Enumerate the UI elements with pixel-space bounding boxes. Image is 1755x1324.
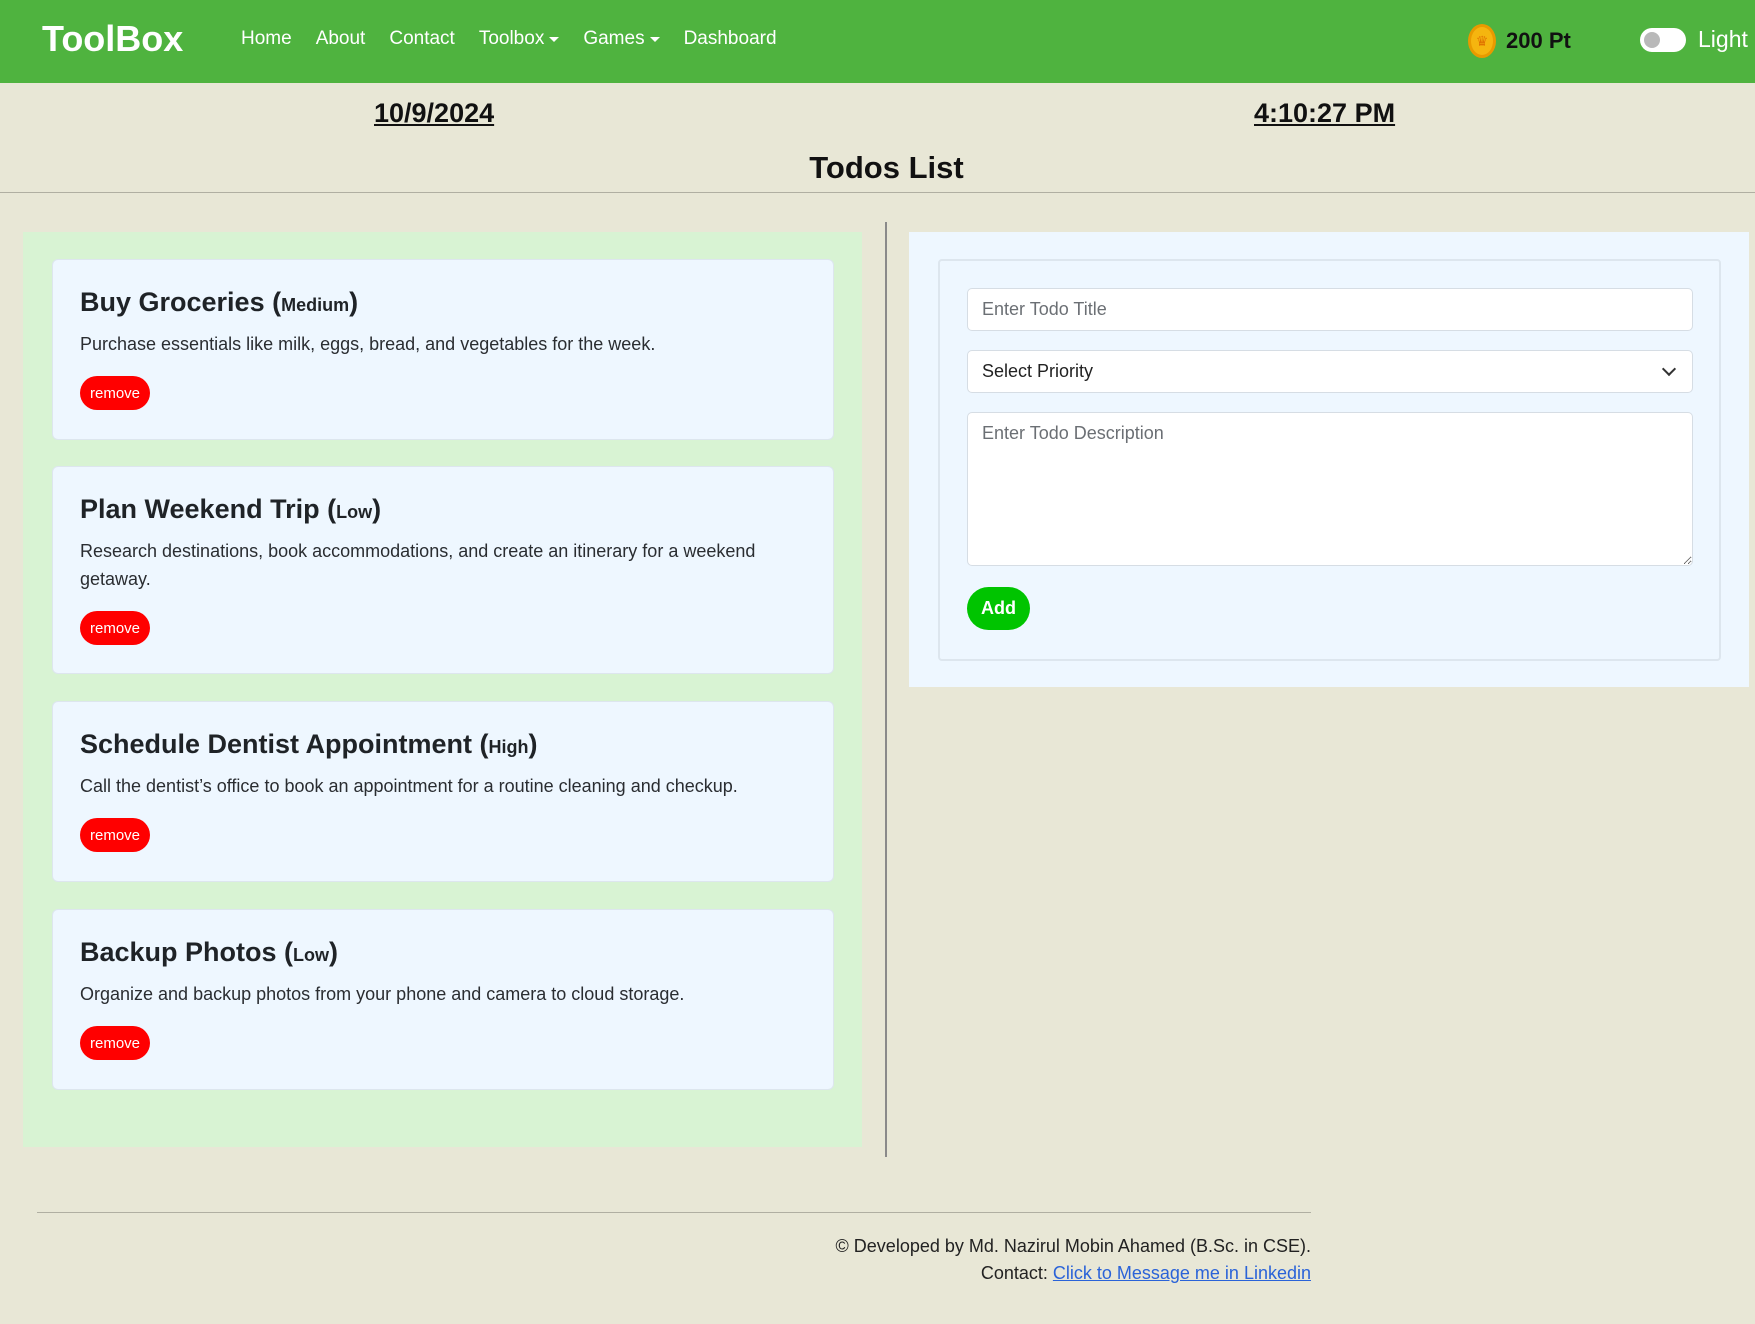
nav-link-dashboard[interactable]: Dashboard bbox=[684, 28, 777, 50]
todo-description: Research destinations, book accommodatio… bbox=[80, 541, 756, 589]
footer-contact: Contact: Click to Message me in Linkedin bbox=[0, 1263, 1311, 1284]
priority-select-value: Select Priority bbox=[982, 361, 1094, 381]
caret-down-icon bbox=[549, 36, 560, 42]
todo-list-panel: Buy Groceries (Medium) Purchase essentia… bbox=[23, 232, 862, 1147]
add-todo-panel: Select Priority Add bbox=[909, 232, 1749, 687]
nav-link-label: Toolbox bbox=[478, 28, 545, 49]
todo-priority: Low bbox=[336, 502, 373, 522]
brand-logo[interactable]: ToolBox bbox=[42, 18, 183, 60]
footer-divider bbox=[37, 1212, 1311, 1213]
nav-link-label: Home bbox=[241, 28, 292, 49]
current-time: 4:10:27 PM bbox=[1254, 98, 1396, 128]
priority-select[interactable]: Select Priority bbox=[967, 350, 1693, 393]
page-title: Todos List bbox=[809, 150, 964, 185]
remove-button[interactable]: remove bbox=[80, 611, 151, 645]
todo-description: Call the dentist’s office to book an app… bbox=[80, 776, 738, 796]
footer-credit: © Developed by Md. Nazirul Mobin Ahamed … bbox=[835, 1236, 1311, 1256]
nav-link-home[interactable]: Home bbox=[241, 28, 292, 50]
todo-title-text: Buy Groceries bbox=[80, 287, 265, 317]
todo-description: Purchase essentials like milk, eggs, bre… bbox=[80, 334, 656, 354]
add-button[interactable]: Add bbox=[967, 587, 1030, 630]
todo-card: Buy Groceries (Medium) Purchase essentia… bbox=[52, 259, 834, 440]
todo-priority: Medium bbox=[281, 295, 350, 315]
todo-title-text: Backup Photos bbox=[80, 937, 277, 967]
header-divider bbox=[0, 192, 1755, 193]
todo-title-text: Schedule Dentist Appointment bbox=[80, 729, 473, 759]
todo-description: Organize and backup photos from your pho… bbox=[80, 984, 685, 1004]
footer-contact-label: Contact: bbox=[980, 1263, 1053, 1283]
chevron-down-icon bbox=[1661, 361, 1677, 377]
points-value: 200 Pt bbox=[1506, 28, 1571, 53]
remove-button[interactable]: remove bbox=[80, 818, 151, 852]
todo-title-input[interactable] bbox=[967, 288, 1693, 331]
todo-title-text: Plan Weekend Trip bbox=[80, 494, 320, 524]
nav-link-label: Contact bbox=[389, 28, 455, 49]
todo-title: Schedule Dentist Appointment (High) bbox=[80, 729, 538, 759]
todo-card: Schedule Dentist Appointment (High) Call… bbox=[52, 701, 834, 882]
coin-icon: ♛ bbox=[1468, 24, 1496, 58]
switch-knob bbox=[1644, 31, 1660, 48]
nav-links: Home About Contact Toolbox Games Dashboa… bbox=[241, 28, 801, 50]
points-display: ♛ 200 Pt bbox=[1468, 24, 1571, 58]
nav-link-label: Games bbox=[583, 28, 645, 49]
column-divider bbox=[885, 222, 887, 1157]
todo-card: Backup Photos (Low) Organize and backup … bbox=[52, 909, 834, 1090]
todo-title: Backup Photos (Low) bbox=[80, 937, 339, 967]
nav-link-contact[interactable]: Contact bbox=[389, 28, 454, 50]
todo-card: Plan Weekend Trip (Low) Research destina… bbox=[52, 466, 834, 674]
todo-title: Plan Weekend Trip (Low) bbox=[80, 494, 382, 524]
nav-link-about[interactable]: About bbox=[316, 28, 366, 50]
theme-switch[interactable] bbox=[1640, 27, 1686, 52]
nav-link-label: Dashboard bbox=[683, 28, 777, 49]
theme-label: Light bbox=[1698, 26, 1748, 52]
linkedin-link[interactable]: Click to Message me in Linkedin bbox=[1053, 1263, 1311, 1283]
nav-dropdown-games[interactable]: Games bbox=[583, 28, 660, 50]
add-todo-form: Select Priority Add bbox=[938, 259, 1721, 661]
caret-down-icon bbox=[649, 36, 660, 42]
todo-description-input[interactable] bbox=[967, 412, 1693, 566]
remove-button[interactable]: remove bbox=[80, 1026, 151, 1060]
todo-priority: Low bbox=[293, 945, 330, 965]
todo-title: Buy Groceries (Medium) bbox=[80, 287, 359, 317]
todo-priority: High bbox=[488, 737, 529, 757]
nav-link-label: About bbox=[315, 28, 366, 49]
remove-button[interactable]: remove bbox=[80, 376, 151, 410]
nav-dropdown-toolbox[interactable]: Toolbox bbox=[479, 28, 560, 50]
theme-toggle: Light bbox=[1640, 26, 1748, 53]
current-date: 10/9/2024 bbox=[374, 98, 495, 128]
navbar: ToolBox Home About Contact Toolbox Games… bbox=[0, 0, 1755, 83]
